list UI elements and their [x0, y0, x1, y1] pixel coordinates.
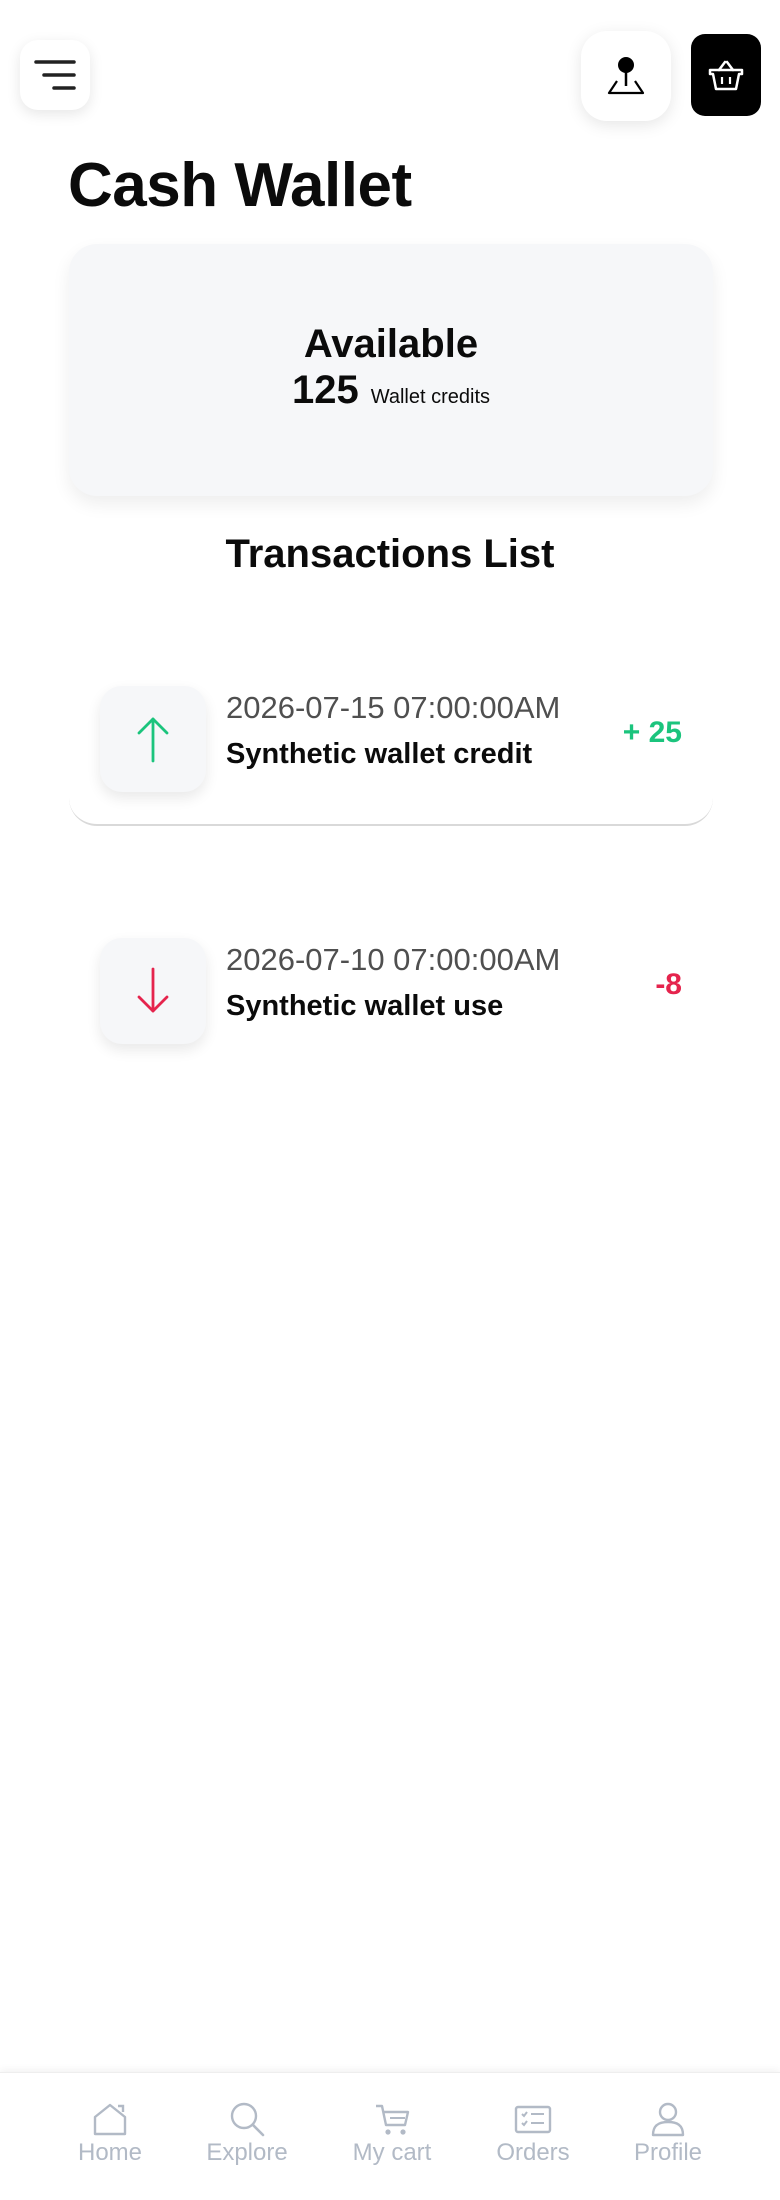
- balance-unit: Wallet credits: [370, 386, 491, 408]
- transaction-item[interactable]: 2026-07-15 07:00:00AM Synthetic wallet c…: [69, 646, 713, 826]
- menu-button[interactable]: [20, 40, 90, 110]
- search-icon: [230, 2102, 265, 2137]
- nav-label: Orders: [496, 2139, 570, 2166]
- nav-label: My cart: [352, 2139, 432, 2166]
- top-bar: [0, 0, 780, 130]
- nav-label: Explore: [206, 2139, 288, 2166]
- nav-item-home[interactable]: Home: [55, 2101, 165, 2167]
- basket-button[interactable]: [691, 34, 761, 116]
- transactions-heading: Transactions List: [225, 532, 555, 576]
- nav-item-cart[interactable]: My cart: [337, 2101, 447, 2167]
- transaction-amount: + 25: [622, 716, 682, 749]
- transaction-amount: -8: [655, 968, 682, 1001]
- balance-row: 125 Wallet credits: [69, 368, 713, 413]
- transaction-icon-box: [100, 686, 206, 792]
- orders-icon: [514, 2105, 552, 2134]
- map-pin-icon: [607, 57, 645, 95]
- nav-label: Profile: [633, 2139, 703, 2166]
- balance-card: Available 125 Wallet credits: [69, 244, 713, 496]
- transaction-date: 2026-07-10 07:00:00AM: [226, 942, 561, 977]
- transaction-icon-box: [100, 938, 206, 1044]
- transaction-item[interactable]: 2026-07-10 07:00:00AM Synthetic wallet u…: [69, 898, 713, 1078]
- transaction-description: Synthetic wallet credit: [226, 738, 533, 770]
- nav-label: Home: [77, 2139, 143, 2166]
- location-button[interactable]: [581, 31, 671, 121]
- basket-icon: [708, 60, 744, 91]
- arrow-up-icon: [137, 717, 169, 763]
- menu-icon: [34, 60, 76, 90]
- bottom-nav: Home Explore My cart Orders Profile: [0, 2072, 780, 2200]
- home-icon: [93, 2103, 127, 2136]
- nav-item-explore[interactable]: Explore: [192, 2101, 302, 2167]
- nav-item-orders[interactable]: Orders: [478, 2101, 588, 2167]
- balance-amount: 125: [291, 368, 359, 412]
- available-label: Available: [303, 322, 479, 366]
- cart-icon: [376, 2104, 410, 2135]
- nav-item-profile[interactable]: Profile: [613, 2101, 723, 2167]
- arrow-down-icon: [137, 967, 169, 1013]
- profile-icon: [651, 2102, 685, 2137]
- transaction-date: 2026-07-15 07:00:00AM: [226, 690, 561, 725]
- page-title: Cash Wallet: [68, 151, 412, 220]
- transaction-description: Synthetic wallet use: [226, 990, 504, 1022]
